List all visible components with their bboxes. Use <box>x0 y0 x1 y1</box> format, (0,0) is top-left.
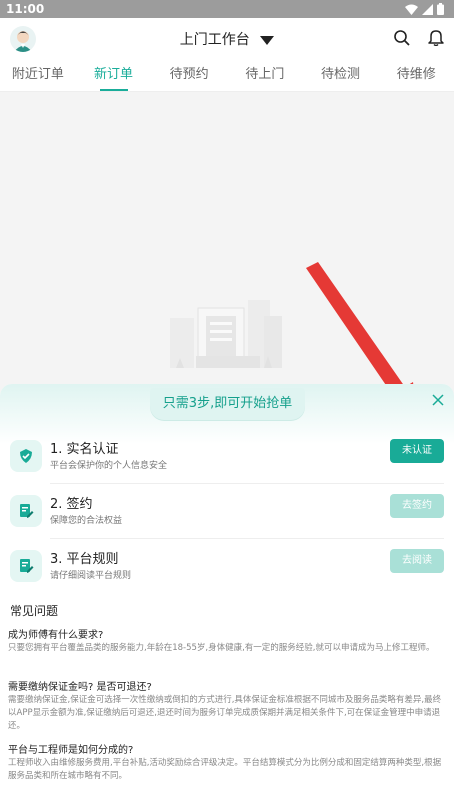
step-real-name-auth: 1. 实名认证 平台会保护你的个人信息安全 未认证 <box>0 434 454 484</box>
workbench-title[interactable]: 上门工作台 <box>0 29 454 49</box>
tab-nearby-orders[interactable]: 附近订单 <box>0 60 76 91</box>
edit-document-icon <box>10 550 42 582</box>
step-title: 2. 签约 <box>50 497 93 512</box>
faq-answer: 只要您拥有平台覆盖品类的服务能力,年龄在18-55岁,身体健康,有一定的服务经验… <box>8 643 435 653</box>
tab-to-inspect[interactable]: 待检测 <box>303 60 379 91</box>
steps-banner: 只需3步,即可开始抢单 <box>150 388 305 420</box>
wifi-icon <box>405 4 418 15</box>
divider <box>50 483 444 484</box>
shield-check-icon <box>10 440 42 472</box>
tab-to-visit[interactable]: 待上门 <box>227 60 303 91</box>
order-tabs: 附近订单 新订单 待预约 待上门 待检测 待维修 <box>0 60 454 92</box>
page-title[interactable]: 上门工作台 <box>180 32 250 48</box>
verify-button[interactable]: 未认证 <box>390 439 444 463</box>
caret-down-icon <box>260 35 275 45</box>
empty-state-illustration <box>170 300 282 368</box>
faq-answer: 需要缴纳保证金,保证金可选择一次性缴纳或倒扣的方式进行,具体保证金标准根据不同城… <box>8 695 442 731</box>
tab-to-schedule[interactable]: 待预约 <box>151 60 227 91</box>
search-icon[interactable] <box>394 30 410 46</box>
step-platform-rules: 3. 平台规则 请仔细阅读平台规则 去阅读 <box>0 544 454 594</box>
tab-to-repair[interactable]: 待维修 <box>378 60 454 91</box>
step-title: 1. 实名认证 <box>50 442 119 457</box>
sign-button[interactable]: 去签约 <box>390 494 444 518</box>
faq-question: 平台与工程师是如何分成的? <box>8 745 134 756</box>
edit-document-icon <box>10 495 42 527</box>
faq-question: 成为师傅有什么要求? <box>8 630 104 641</box>
app-header: 上门工作台 <box>0 18 454 60</box>
close-icon[interactable] <box>432 394 444 406</box>
step-desc: 请仔细阅读平台规则 <box>50 571 132 581</box>
step-sign-contract: 2. 签约 保障您的合法权益 去签约 <box>0 489 454 539</box>
faq-heading: 常见问题 <box>10 604 59 618</box>
battery-icon <box>437 3 444 15</box>
faq-answer: 工程师收入由维修服务费用,平台补贴,活动奖励综合评级决定。平台结算模式分为比例分… <box>8 758 442 781</box>
tab-new-orders[interactable]: 新订单 <box>76 60 152 91</box>
step-desc: 保障您的合法权益 <box>50 516 123 526</box>
status-icons <box>405 3 444 15</box>
step-title: 3. 平台规则 <box>50 552 119 567</box>
onboarding-sheet: 只需3步,即可开始抢单 1. 实名认证 平台会保护你的个人信息安全 未认证 2.… <box>0 384 454 807</box>
faq-question: 需要缴纳保证金吗? 是否可退还? <box>8 682 152 693</box>
status-bar: 11:00 <box>0 0 454 18</box>
status-time: 11:00 <box>6 2 45 16</box>
read-rules-button[interactable]: 去阅读 <box>390 549 444 573</box>
step-desc: 平台会保护你的个人信息安全 <box>50 461 168 471</box>
bell-icon[interactable] <box>428 29 444 46</box>
signal-icon <box>422 3 433 15</box>
divider <box>50 538 444 539</box>
